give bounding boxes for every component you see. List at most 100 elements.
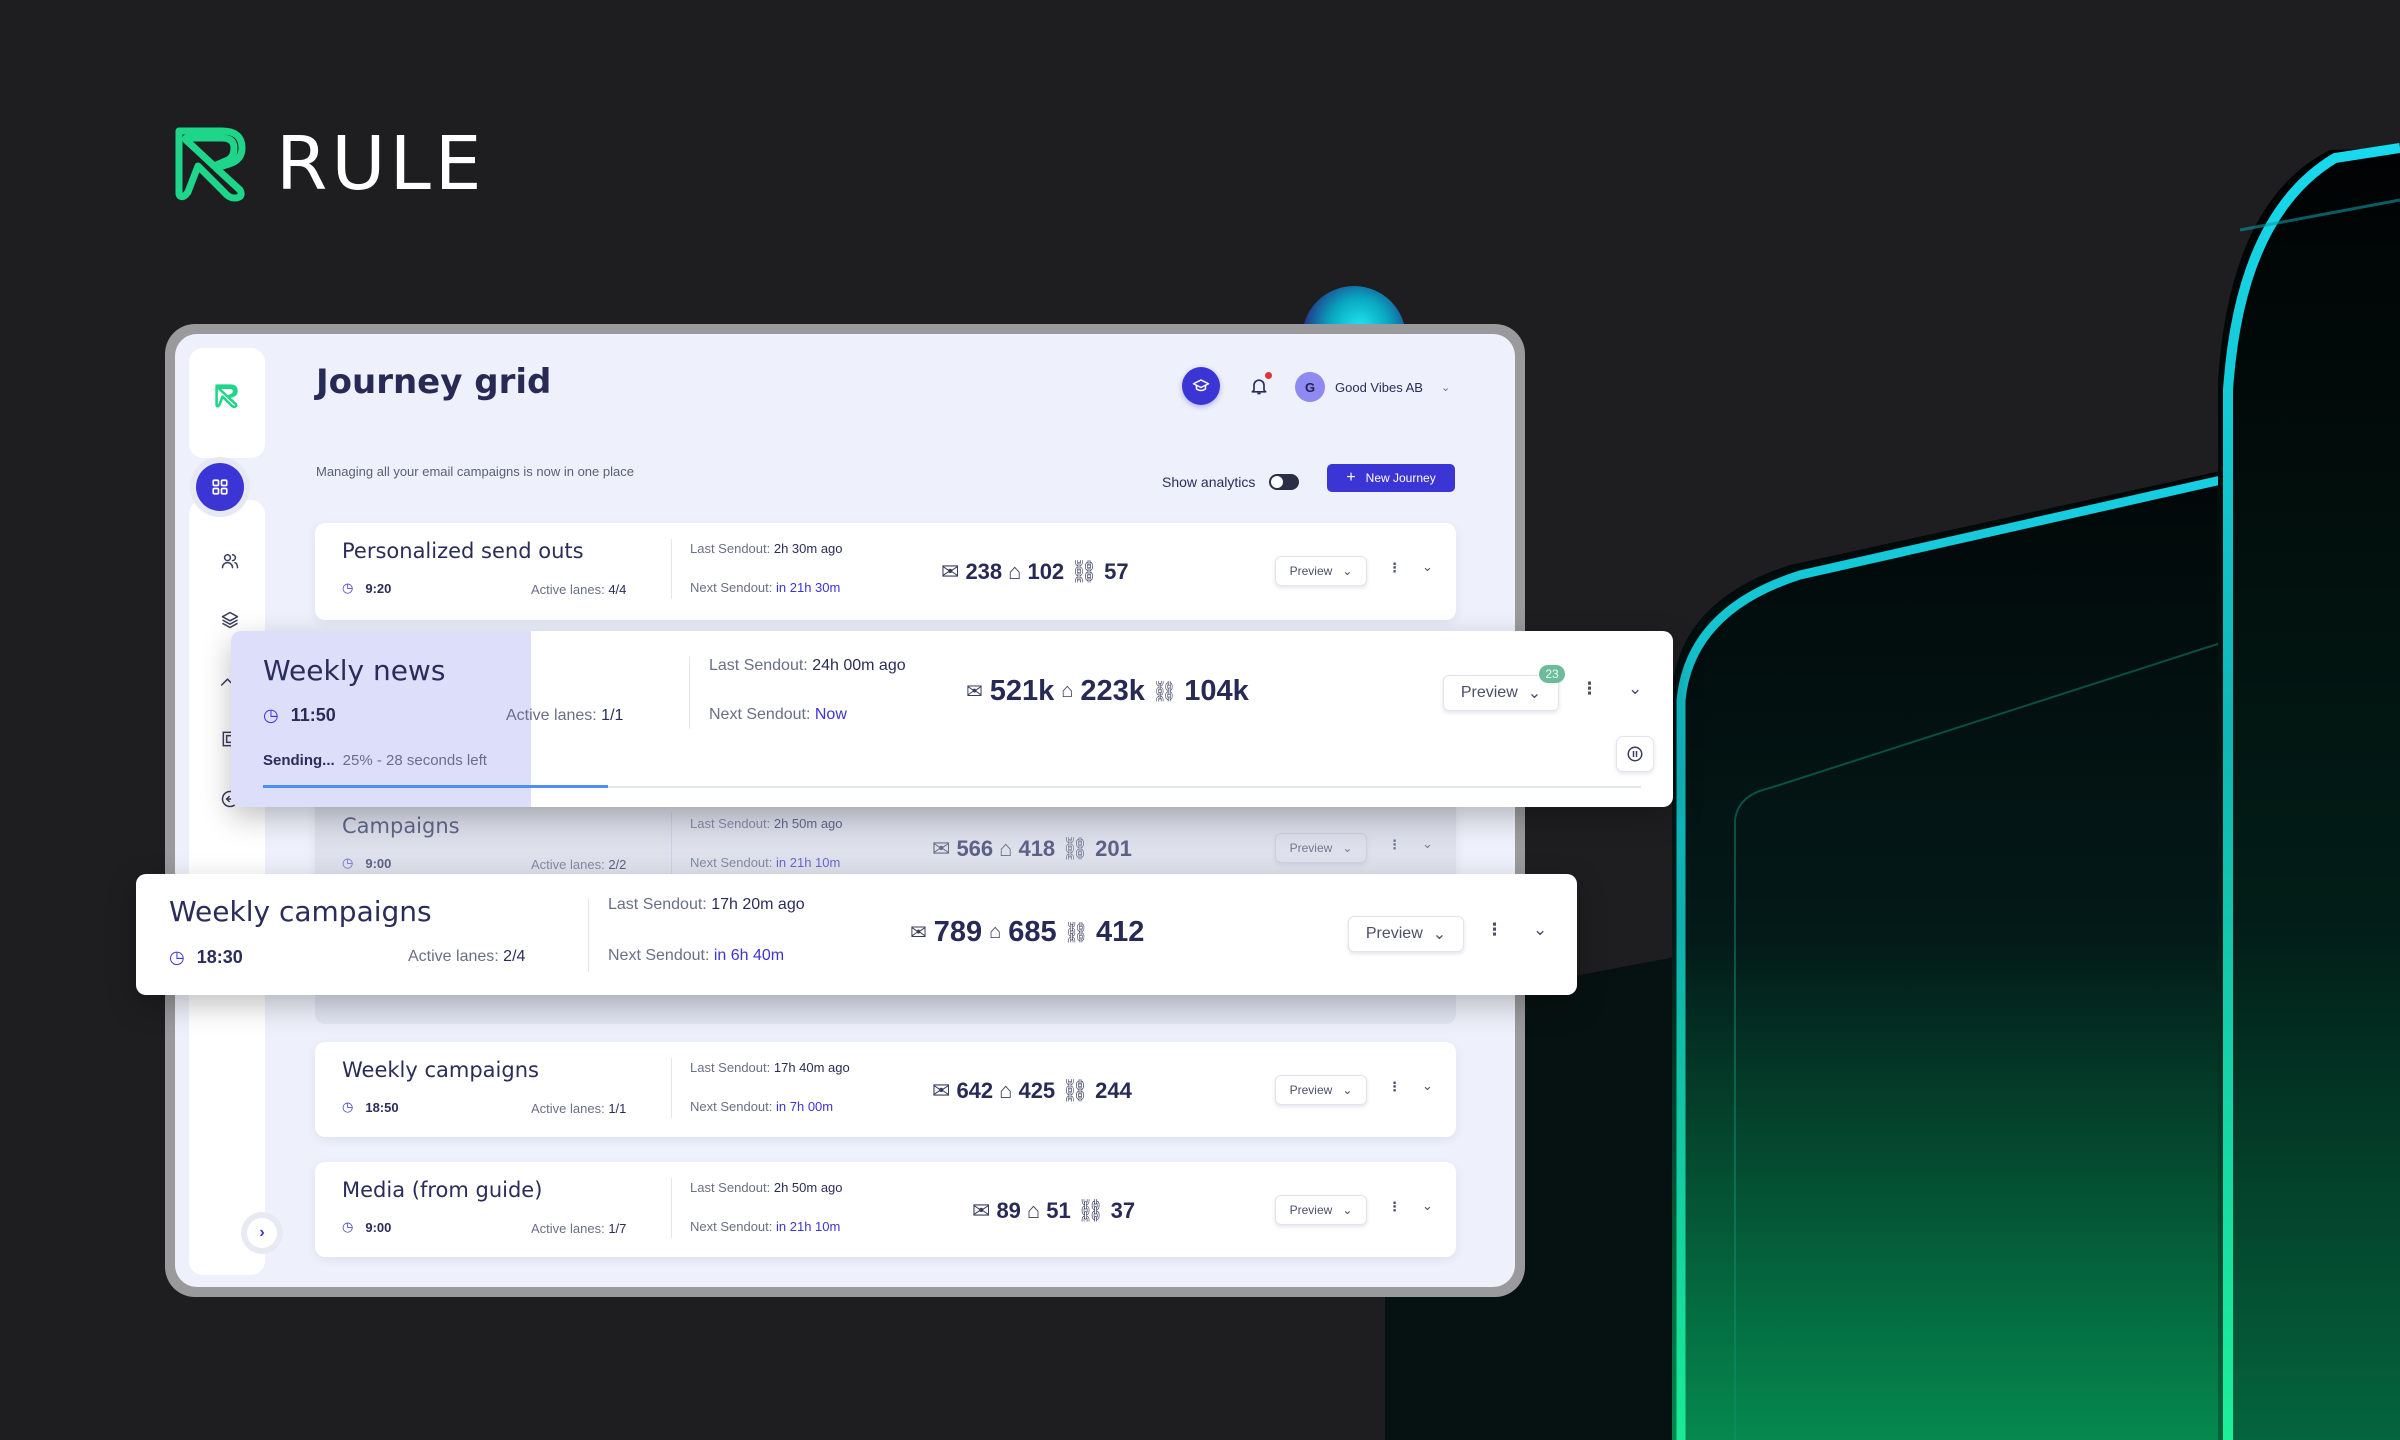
new-journey-label: New Journey: [1365, 471, 1436, 485]
mail-open-icon: ⌂: [989, 921, 1002, 943]
clock-icon: ◷: [342, 855, 354, 870]
chevron-down-icon: ⌄: [1440, 381, 1451, 394]
next-sendout: Next Sendout: in 21h 30m: [690, 580, 841, 595]
divider: [671, 1178, 672, 1238]
last-sendout: Last Sendout: 2h 30m ago: [690, 541, 843, 556]
last-sendout: Last Sendout: 2h 50m ago: [690, 1180, 843, 1195]
sending-progress: [263, 785, 1641, 788]
expand-chevron-icon[interactable]: ⌄: [1422, 559, 1433, 575]
chevron-down-icon: ⌄: [1527, 685, 1542, 702]
mail-sent-icon: ✉: [972, 1198, 991, 1223]
sidebar-collapse-button[interactable]: ›: [247, 1218, 277, 1248]
new-journey-button[interactable]: + New Journey: [1327, 464, 1455, 492]
graduation-cap-icon: [1192, 379, 1210, 392]
expand-chevron-icon[interactable]: ⌄: [1533, 920, 1547, 940]
journey-card-sending[interactable]: Weekly news ◷ 11:50 Active lanes: 1/1 Las…: [231, 631, 1673, 807]
mail-sent-icon: ✉: [910, 922, 927, 944]
journey-time: ◷ 18:30: [169, 947, 243, 967]
journey-stats: ✉ 566 ⌂ 418 ⛓ 201: [932, 836, 1132, 861]
mail-open-icon: ⌂: [1026, 1198, 1041, 1223]
mail-open-icon: ⌂: [999, 836, 1013, 861]
brand-name: RULE: [276, 121, 486, 207]
preview-dropdown[interactable]: Preview ⌄: [1348, 916, 1464, 952]
journey-stats: ✉ 521k ⌂ 223k ⛓ 104k: [966, 675, 1249, 707]
preview-count-badge: 23: [1539, 665, 1565, 683]
sending-progress-fill: [263, 785, 608, 788]
preview-dropdown[interactable]: Preview ⌄: [1275, 1195, 1367, 1225]
expand-chevron-icon[interactable]: ⌄: [1422, 1078, 1433, 1094]
active-lanes: Active lanes: 1/1: [506, 707, 624, 724]
preview-dropdown[interactable]: Preview ⌄: [1275, 833, 1367, 863]
link-icon: ⛓: [1061, 1078, 1090, 1103]
clock-icon: ◷: [342, 580, 354, 595]
journey-name: Weekly campaigns: [169, 895, 432, 928]
academy-button[interactable]: [1182, 367, 1220, 405]
show-analytics-toggle[interactable]: [1269, 474, 1300, 490]
more-options-icon[interactable]: ⋮: [1388, 837, 1401, 853]
sidebar-item-journey-grid[interactable]: [196, 463, 244, 511]
layers-icon: [221, 611, 239, 629]
link-icon: ⛓: [1151, 681, 1178, 703]
sending-status: Sending... 25% - 28 seconds left: [263, 752, 487, 769]
journey-time: ◷ 18:50: [342, 1099, 399, 1115]
journey-name: Media (from guide): [342, 1178, 543, 1202]
chevron-down-icon: ⌄: [1342, 1203, 1353, 1217]
rule-logo-icon[interactable]: [215, 384, 239, 408]
journey-name: Weekly campaigns: [342, 1058, 539, 1082]
plus-icon: +: [1346, 469, 1356, 486]
journey-time: ◷ 9:00: [342, 1219, 392, 1235]
journey-card[interactable]: Media (from guide) ◷ 9:00 Active lanes: 1…: [315, 1162, 1456, 1257]
glass-panel-front: [1672, 440, 2400, 1440]
journey-name: Personalized send outs: [342, 539, 584, 563]
journey-stats: ✉ 789 ⌂ 685 ⛓ 412: [910, 916, 1145, 948]
journey-card[interactable]: Weekly campaigns ◷ 18:50 Active lanes: 1/…: [315, 1042, 1456, 1137]
link-icon: ⛓: [1070, 559, 1099, 584]
journey-stats: ✉ 89 ⌂ 51 ⛓ 37: [972, 1198, 1136, 1223]
show-analytics-label: Show analytics: [1162, 474, 1256, 490]
last-sendout: Last Sendout: 17h 40m ago: [690, 1060, 850, 1075]
account-menu[interactable]: G Good Vibes AB ⌄: [1295, 372, 1450, 402]
rule-logo-icon: [175, 127, 246, 202]
divider: [671, 539, 672, 599]
grid-icon: [212, 479, 228, 495]
more-options-icon[interactable]: ⋮: [1388, 1079, 1401, 1095]
show-analytics-control: Show analytics: [1162, 474, 1300, 490]
active-lanes: Active lanes: 4/4: [531, 582, 627, 597]
link-icon: ⛓: [1063, 922, 1090, 944]
mail-open-icon: ⌂: [999, 1078, 1013, 1103]
mail-open-icon: ⌂: [1061, 680, 1074, 702]
page-subtitle: Managing all your email campaigns is now…: [316, 464, 634, 479]
chevron-right-icon: ›: [259, 1224, 265, 1241]
journey-card-highlighted[interactable]: Weekly campaigns ◷ 18:30 Active lanes: 2/…: [136, 874, 1577, 995]
more-options-icon[interactable]: ⋮: [1581, 679, 1598, 699]
last-sendout: Last Sendout: 2h 50m ago: [690, 816, 843, 831]
brand-logo: RULE: [174, 126, 486, 202]
users-icon: [221, 554, 239, 569]
mail-sent-icon: ✉: [932, 836, 951, 861]
notification-dot: [1265, 372, 1272, 379]
expand-chevron-icon[interactable]: ⌄: [1422, 836, 1433, 852]
sidebar-item-templates[interactable]: [219, 609, 241, 631]
chevron-down-icon: ⌄: [1342, 841, 1353, 855]
expand-chevron-icon[interactable]: ⌄: [1628, 679, 1642, 699]
journey-name: Campaigns: [342, 814, 460, 838]
mail-open-icon: ⌂: [1008, 559, 1022, 584]
mail-sent-icon: ✉: [932, 1078, 951, 1103]
more-options-icon[interactable]: ⋮: [1388, 1199, 1401, 1215]
chevron-down-icon: ⌄: [1342, 1083, 1353, 1097]
journey-card[interactable]: Personalized send outs ◷ 9:20 Active lan…: [315, 523, 1456, 620]
notifications-button[interactable]: [1246, 372, 1272, 400]
next-sendout: Next Sendout: in 21h 10m: [690, 1219, 841, 1234]
next-sendout: Next Sendout: in 21h 10m: [690, 855, 841, 870]
link-icon: ⛓: [1076, 1198, 1105, 1223]
pause-button[interactable]: [1616, 736, 1654, 772]
expand-chevron-icon[interactable]: ⌄: [1422, 1198, 1433, 1214]
preview-dropdown[interactable]: Preview ⌄: [1275, 556, 1367, 586]
mail-sent-icon: ✉: [941, 559, 960, 584]
preview-dropdown[interactable]: Preview ⌄: [1275, 1075, 1367, 1105]
active-lanes: Active lanes: 2/4: [408, 948, 526, 965]
more-options-icon[interactable]: ⋮: [1486, 920, 1503, 940]
journey-stats: ✉ 238 ⌂ 102 ⛓ 57: [941, 559, 1129, 584]
sidebar-item-contacts[interactable]: [219, 550, 241, 572]
more-options-icon[interactable]: ⋮: [1388, 560, 1401, 576]
